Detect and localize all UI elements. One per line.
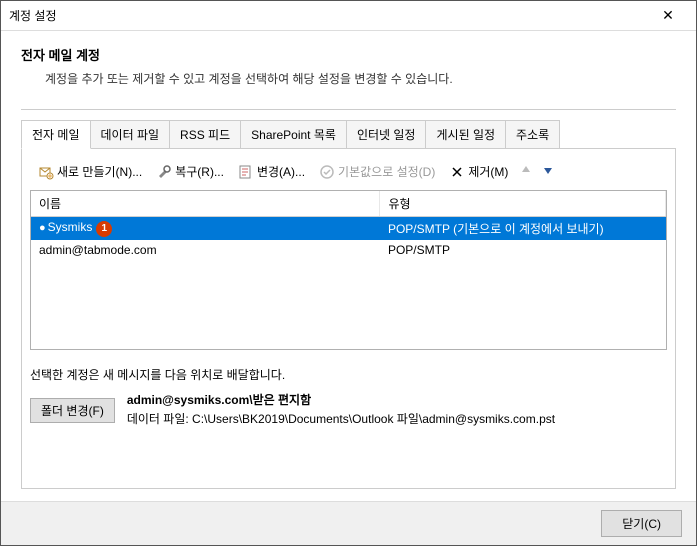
- column-name[interactable]: 이름: [31, 191, 380, 217]
- tab-3[interactable]: SharePoint 목록: [240, 120, 347, 148]
- tab-6[interactable]: 주소록: [505, 120, 560, 148]
- set-default-button: 기본값으로 설정(D): [315, 161, 439, 182]
- section-title: 전자 메일 계정: [21, 45, 676, 64]
- window-title: 계정 설정: [9, 7, 648, 24]
- tab-4[interactable]: 인터넷 일정: [346, 120, 427, 148]
- delivery-description: 선택한 계정은 새 메시지를 다음 위치로 배달합니다.: [30, 366, 667, 383]
- arrow-down-icon: [542, 164, 554, 176]
- repair-icon: [156, 164, 172, 180]
- delivery-section: 선택한 계정은 새 메시지를 다음 위치로 배달합니다. 폴더 변경(F) ad…: [30, 366, 667, 429]
- cell-type: POP/SMTP: [380, 240, 666, 260]
- dialog-footer: 닫기(C): [1, 501, 696, 545]
- section-description: 계정을 추가 또는 제거할 수 있고 계정을 선택하여 해당 설정을 변경할 수…: [45, 70, 676, 87]
- cell-name: admin@tabmode.com: [31, 240, 380, 260]
- new-label: 새로 만들기(N)...: [57, 163, 142, 180]
- repair-label: 복구(R)...: [175, 163, 224, 180]
- column-type[interactable]: 유형: [380, 191, 666, 217]
- default-label: 기본값으로 설정(D): [338, 163, 435, 180]
- new-icon: [38, 164, 54, 180]
- check-icon: ●: [39, 222, 46, 234]
- tab-2[interactable]: RSS 피드: [169, 120, 241, 148]
- titlebar: 계정 설정 ✕: [1, 1, 696, 31]
- change-button[interactable]: 변경(A)...: [234, 161, 309, 182]
- tab-strip: 전자 메일데이터 파일RSS 피드SharePoint 목록인터넷 일정게시된 …: [21, 120, 676, 148]
- remove-button[interactable]: 제거(M): [445, 161, 512, 182]
- arrow-up-icon: [520, 164, 532, 176]
- remove-label: 제거(M): [468, 163, 508, 180]
- content-area: 전자 메일 계정 계정을 추가 또는 제거할 수 있고 계정을 선택하여 해당 …: [1, 31, 696, 501]
- default-icon: [319, 164, 335, 180]
- change-icon: [238, 164, 254, 180]
- delivery-datafile: 데이터 파일: C:\Users\BK2019\Documents\Outloo…: [127, 410, 555, 429]
- folder-btn-label: 폴더 변경(F): [41, 404, 104, 418]
- cell-name: ●Sysmiks1: [31, 217, 380, 241]
- tab-0[interactable]: 전자 메일: [21, 120, 91, 149]
- divider: [21, 109, 676, 110]
- tab-panel-email: 새로 만들기(N)... 복구(R)... 변경(A)...: [21, 148, 676, 489]
- account-name: Sysmiks: [48, 220, 93, 234]
- move-down-button[interactable]: [540, 164, 556, 179]
- new-account-button[interactable]: 새로 만들기(N)...: [34, 161, 146, 182]
- tab-5[interactable]: 게시된 일정: [425, 120, 506, 148]
- toolbar: 새로 만들기(N)... 복구(R)... 변경(A)...: [30, 159, 667, 190]
- account-settings-dialog: 계정 설정 ✕ 전자 메일 계정 계정을 추가 또는 제거할 수 있고 계정을 …: [0, 0, 697, 546]
- change-label: 변경(A)...: [257, 163, 305, 180]
- annotation-badge: 1: [96, 221, 112, 237]
- accounts-table: 이름 유형 ●Sysmiks1POP/SMTP (기본으로 이 계정에서 보내기…: [31, 191, 666, 260]
- table-row[interactable]: admin@tabmode.com POP/SMTP: [31, 240, 666, 260]
- close-label: 닫기(C): [622, 517, 661, 531]
- tab-1[interactable]: 데이터 파일: [90, 120, 171, 148]
- delivery-info: admin@sysmiks.com\받은 편지함 데이터 파일: C:\User…: [127, 391, 555, 429]
- close-dialog-button[interactable]: 닫기(C): [601, 510, 682, 537]
- close-icon: ✕: [662, 7, 674, 24]
- table-row[interactable]: ●Sysmiks1POP/SMTP (기본으로 이 계정에서 보내기): [31, 217, 666, 241]
- remove-icon: [449, 164, 465, 180]
- move-up-button: [518, 164, 534, 179]
- change-folder-button[interactable]: 폴더 변경(F): [30, 398, 115, 423]
- cell-type: POP/SMTP (기본으로 이 계정에서 보내기): [380, 217, 666, 241]
- account-name: admin@tabmode.com: [39, 243, 157, 257]
- window-close-button[interactable]: ✕: [648, 2, 688, 30]
- delivery-folder: admin@sysmiks.com\받은 편지함: [127, 391, 555, 410]
- accounts-table-container: 이름 유형 ●Sysmiks1POP/SMTP (기본으로 이 계정에서 보내기…: [30, 190, 667, 350]
- repair-button[interactable]: 복구(R)...: [152, 161, 228, 182]
